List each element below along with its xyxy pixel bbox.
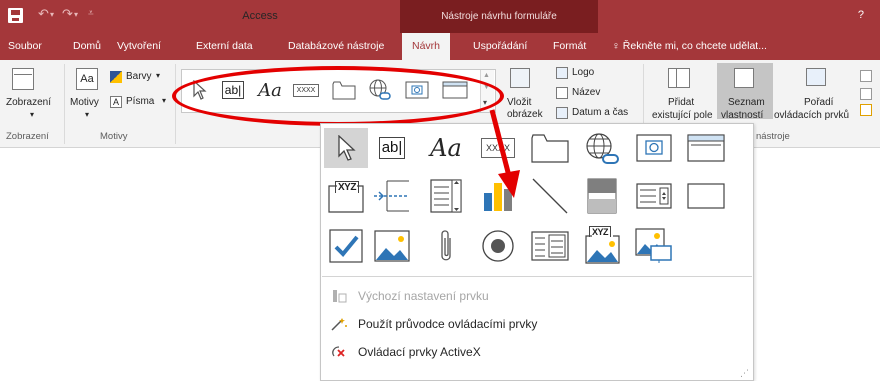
save-icon[interactable] [8,8,23,23]
add-existing-fields-icon[interactable] [668,68,690,88]
dropdown-combo-box[interactable] [424,176,468,216]
add-existing-label-1[interactable]: Přidat [668,97,694,108]
colors-label[interactable]: Barvy [126,71,152,82]
menu-activex-label: Ovládací prvky ActiveX [358,345,481,359]
fonts-label[interactable]: Písma [126,96,154,107]
dropdown-toggle-button[interactable] [580,176,624,216]
property-sheet-label-1: Seznam [728,97,765,108]
dropdown-image[interactable] [632,226,676,266]
datetime-icon[interactable] [556,107,568,119]
group-separator [175,64,176,144]
view-dropdown-icon[interactable]: ▾ [30,110,34,119]
activex-icon [328,344,350,360]
tab-order-label-2[interactable]: ovládacích prvků [774,110,849,121]
property-sheet-icon [734,68,754,88]
group-label-tools: nástroje [756,131,790,142]
tell-me-label: Řekněte mi, co chcete udělat... [622,40,767,52]
logo-label[interactable]: Logo [572,67,594,78]
tab-format[interactable]: Formát [553,33,586,60]
tab-soubor[interactable]: Soubor [8,33,42,60]
title-icon[interactable] [556,87,568,99]
dropdown-textbox[interactable]: ab| [370,128,414,168]
dropdown-separator [322,276,752,277]
menu-activex-controls[interactable]: Ovládací prvky ActiveX [324,340,744,364]
view-icon-line [14,74,32,75]
dropdown-hyperlink[interactable] [580,128,624,168]
insert-image-label-1[interactable]: Vložit [507,97,531,108]
menu-default-control-settings: Výchozí nastavení prvku [324,284,744,308]
annotation-arrow-icon [489,109,520,198]
default-settings-icon [328,288,350,304]
group-label-themes: Motivy [100,131,128,142]
fonts-dropdown-icon[interactable]: ▾ [162,96,166,105]
group-separator [64,64,65,144]
title-label[interactable]: Název [572,87,600,98]
tab-databazove-nastroje[interactable]: Databázové nástroje [288,33,384,60]
view-button-label[interactable]: Zobrazení [6,97,51,108]
themes-icon[interactable]: Aa [76,68,98,90]
tab-usporadani[interactable]: Uspořádání [473,33,527,60]
subform-icon[interactable] [860,70,872,82]
tab-externi-data[interactable]: Externí data [196,33,253,60]
resize-grip-icon[interactable]: ⋰ [740,368,749,379]
help-icon[interactable]: ? [858,9,864,21]
code-icon[interactable] [860,104,872,116]
dropdown-unbound-object-frame[interactable] [370,226,414,266]
tab-vytvoreni[interactable]: Vytvoření [117,33,161,60]
dropdown-option-group-text: XYZ [335,181,359,193]
dropdown-attachment[interactable] [424,226,468,266]
customize-qat-icon[interactable]: ⩡ [88,8,94,19]
gallery-scroll-up-icon[interactable]: ▲ [483,72,490,79]
dropdown-page-break[interactable] [370,176,414,216]
undo-dropdown-icon[interactable]: ▾ [50,10,54,19]
app-title: Access [242,10,278,22]
undo-icon[interactable]: ↶ [38,6,49,22]
highlight-ellipse [172,66,504,126]
dropdown-line[interactable] [528,176,572,216]
lightbulb-icon: ♀ [612,40,623,52]
tab-order-label-1[interactable]: Pořadí [804,97,833,108]
tab-order-icon[interactable] [806,68,826,86]
convert-macros-icon[interactable] [860,88,872,100]
dropdown-label[interactable]: Aa [424,128,468,168]
fonts-icon[interactable]: A [110,96,122,108]
logo-icon[interactable] [556,67,568,79]
colors-icon[interactable] [110,71,122,83]
dropdown-tab-control[interactable] [528,128,572,168]
redo-icon[interactable]: ↷ [62,6,73,22]
themes-button-label[interactable]: Motivy [70,97,99,108]
themes-dropdown-icon[interactable]: ▾ [85,110,89,119]
property-sheet-label-2: vlastností [721,110,764,121]
datetime-label[interactable]: Datum a čas [572,107,628,118]
context-tools-label: Nástroje návrhu formuláře [441,11,557,22]
menu-use-wizards-label: Použít průvodce ovládacími prvky [358,317,538,331]
tab-navrh[interactable]: Návrh [402,33,451,60]
colors-dropdown-icon[interactable]: ▾ [156,71,160,80]
menu-default-settings-label: Výchozí nastavení prvku [358,289,489,303]
add-fields-icon-line [676,68,677,88]
dropdown-rectangle[interactable] [684,176,728,216]
tab-domu[interactable]: Domů [73,33,101,60]
redo-dropdown-icon[interactable]: ▾ [74,10,78,19]
wizard-icon [328,316,350,332]
menu-use-control-wizards[interactable]: Použít průvodce ovládacími prvky [324,312,744,336]
dropdown-option-button[interactable] [476,226,520,266]
dropdown-web-browser[interactable] [632,128,676,168]
dropdown-navigation[interactable] [684,128,728,168]
dropdown-textbox-text: ab| [378,137,406,159]
tell-me-box[interactable]: ♀ Řekněte mi, co chcete udělat... [612,33,767,60]
insert-image-icon[interactable] [510,68,530,88]
dropdown-checkbox[interactable] [324,226,368,266]
context-tools-header: Nástroje návrhu formuláře [400,0,598,33]
dropdown-list-box[interactable] [632,176,676,216]
dropdown-bound-object-frame-text: XYZ [589,226,612,237]
view-icon[interactable] [12,68,34,90]
group-label-views: Zobrazení [6,131,49,142]
add-existing-label-2[interactable]: existující pole [652,110,713,121]
dropdown-subform[interactable] [528,226,572,266]
dropdown-select-pointer[interactable] [324,128,368,168]
